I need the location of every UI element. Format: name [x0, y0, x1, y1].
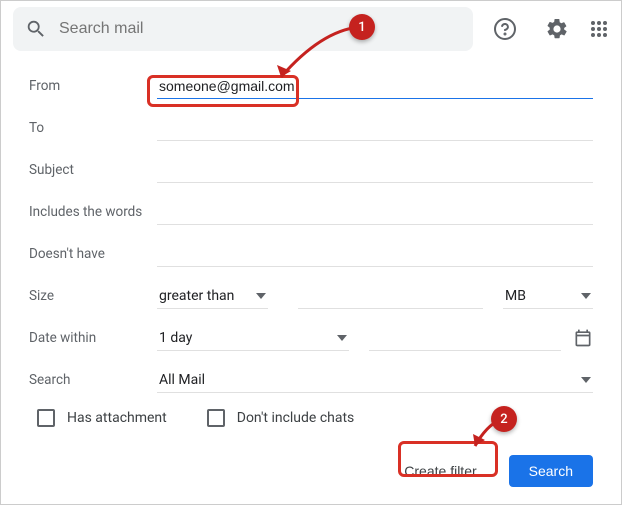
has-attachment-checkbox[interactable]: Has attachment	[37, 409, 167, 427]
size-unit-value: MB	[505, 288, 526, 304]
row-from: From	[29, 67, 593, 105]
to-field[interactable]	[157, 116, 593, 141]
label-size: Size	[29, 288, 157, 304]
row-includes: Includes the words	[29, 193, 593, 231]
filter-panel: From To Subject Includes the words Doesn…	[1, 57, 621, 507]
label-includes: Includes the words	[29, 204, 157, 220]
exclude-chats-checkbox[interactable]: Don't include chats	[207, 409, 355, 427]
chevron-down-icon	[256, 293, 266, 299]
date-range-value: 1 day	[159, 330, 192, 346]
apps-grid-icon[interactable]	[589, 9, 609, 49]
search-icon[interactable]	[25, 18, 47, 40]
label-search-scope: Search	[29, 372, 157, 388]
row-size: Size greater than MB	[29, 277, 593, 315]
label-to: To	[29, 120, 157, 136]
row-date: Date within 1 day	[29, 319, 593, 357]
search-bar[interactable]	[13, 7, 473, 51]
row-search-scope: Search All Mail	[29, 361, 593, 399]
size-operator-dropdown[interactable]: greater than	[157, 284, 268, 309]
has-attachment-label: Has attachment	[67, 410, 167, 426]
row-subject: Subject	[29, 151, 593, 189]
date-field[interactable]	[369, 326, 561, 351]
search-button[interactable]: Search	[509, 455, 593, 487]
header-icons	[485, 9, 609, 49]
header	[1, 1, 621, 57]
chevron-down-icon	[337, 335, 347, 341]
label-doesnt-have: Doesn't have	[29, 246, 157, 262]
size-unit-dropdown[interactable]: MB	[503, 284, 593, 309]
from-field[interactable]	[157, 74, 593, 99]
calendar-icon[interactable]	[573, 328, 593, 348]
help-icon[interactable]	[485, 9, 525, 49]
checkbox-box	[207, 409, 225, 427]
subject-field[interactable]	[157, 158, 593, 183]
search-scope-dropdown[interactable]: All Mail	[157, 368, 593, 393]
chevron-down-icon	[581, 293, 591, 299]
row-doesnt-have: Doesn't have	[29, 235, 593, 273]
button-row: Create filter Search	[29, 455, 593, 487]
label-from: From	[29, 78, 157, 94]
doesnt-have-field[interactable]	[157, 242, 593, 267]
chevron-down-icon	[581, 377, 591, 383]
checkbox-box	[37, 409, 55, 427]
create-filter-button[interactable]: Create filter	[384, 455, 496, 487]
search-input[interactable]	[59, 20, 461, 38]
exclude-chats-label: Don't include chats	[237, 410, 355, 426]
label-date: Date within	[29, 330, 157, 346]
size-operator-value: greater than	[159, 288, 234, 304]
size-amount-field[interactable]	[298, 284, 483, 309]
includes-field[interactable]	[157, 200, 593, 225]
row-to: To	[29, 109, 593, 147]
settings-gear-icon[interactable]	[537, 9, 577, 49]
search-scope-value: All Mail	[159, 372, 205, 388]
checkbox-row: Has attachment Don't include chats	[29, 409, 593, 427]
date-range-dropdown[interactable]: 1 day	[157, 326, 349, 351]
label-subject: Subject	[29, 162, 157, 178]
